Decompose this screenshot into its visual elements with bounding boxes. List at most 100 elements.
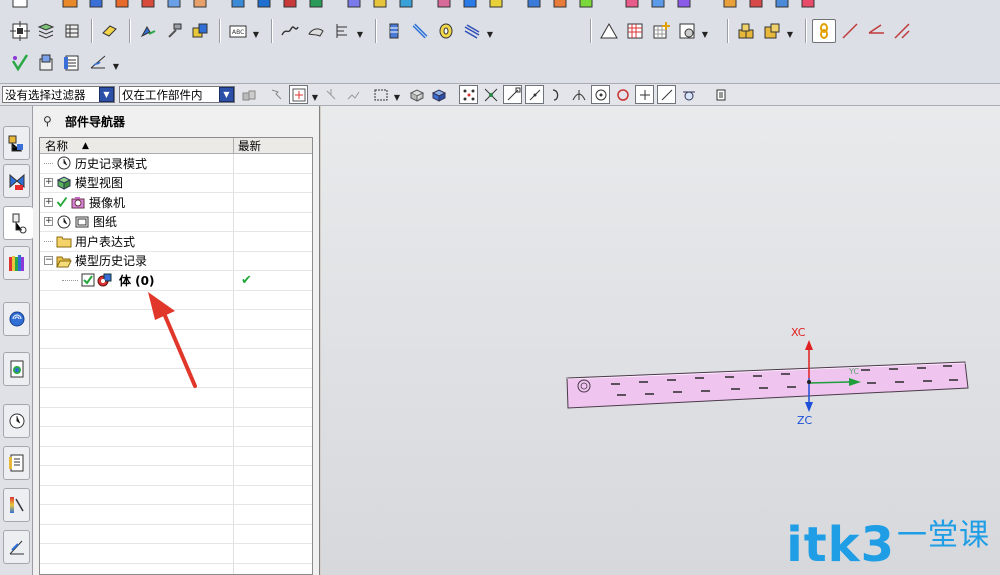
- expand-icon[interactable]: +: [44, 178, 53, 188]
- chevron-down-icon[interactable]: ▼: [252, 19, 260, 43]
- process-studio-tab[interactable]: [3, 404, 30, 438]
- constraint-icon[interactable]: [812, 19, 836, 43]
- chamfer-icon[interactable]: [458, 0, 482, 11]
- tree-row-drawings[interactable]: + 图纸: [40, 212, 312, 232]
- expand-icon[interactable]: +: [44, 197, 53, 207]
- spelling-icon[interactable]: ABC: [226, 19, 250, 43]
- snap-settings-icon[interactable]: [711, 85, 730, 104]
- type-filter-select[interactable]: 没有选择过滤器 ▼: [2, 86, 115, 103]
- assembly-navigator-tab[interactable]: [3, 126, 30, 160]
- snap-point-icon[interactable]: [321, 85, 340, 104]
- revolve-icon[interactable]: [188, 0, 212, 11]
- tree-row-body-feature[interactable]: 体 (0) ✔: [40, 271, 312, 291]
- table-icon[interactable]: [623, 19, 647, 43]
- shell-icon[interactable]: [484, 0, 508, 11]
- tree-row-cameras[interactable]: + 摄像机: [40, 193, 312, 213]
- sketch-icon[interactable]: [620, 0, 644, 11]
- angle-icon[interactable]: [864, 19, 888, 43]
- check-geometry-icon[interactable]: [8, 51, 32, 75]
- snap-all-icon[interactable]: [459, 85, 478, 104]
- system-visualization-tab[interactable]: [3, 488, 30, 522]
- pocket-icon[interactable]: [278, 0, 302, 11]
- tree-row-model-views[interactable]: + 模型视图: [40, 173, 312, 193]
- snap-midpoint-icon[interactable]: [525, 85, 544, 104]
- add-component-icon[interactable]: [760, 19, 784, 43]
- pattern-icon[interactable]: [574, 0, 598, 11]
- spring-icon[interactable]: [460, 19, 484, 43]
- chevron-down-icon[interactable]: ▼: [701, 19, 709, 43]
- layer-settings-icon[interactable]: [34, 19, 58, 43]
- assembly-filter-icon[interactable]: [239, 85, 258, 104]
- snap-circle-icon[interactable]: [613, 85, 632, 104]
- constraint-navigator-tab[interactable]: [3, 164, 30, 198]
- web-browser-tab[interactable]: [3, 302, 30, 336]
- offset-icon[interactable]: [796, 0, 820, 11]
- chevron-down-icon[interactable]: ▼: [112, 51, 120, 75]
- model-view[interactable]: XC ZC YC: [321, 106, 1000, 575]
- pin-icon[interactable]: ⚲: [43, 114, 57, 128]
- grid-add-icon[interactable]: [649, 19, 673, 43]
- chevron-down-icon[interactable]: ▼: [786, 19, 794, 43]
- snap-center-icon[interactable]: [591, 85, 610, 104]
- chevron-down-icon[interactable]: ▼: [393, 85, 401, 104]
- scope-filter-select[interactable]: 仅在工作部件内 ▼: [119, 86, 235, 103]
- hole-icon[interactable]: [226, 0, 250, 11]
- tree-row-history-mode[interactable]: 历史记录模式: [40, 154, 312, 174]
- groove-icon[interactable]: [368, 0, 392, 11]
- tree-row-user-expressions[interactable]: 用户表达式: [40, 232, 312, 252]
- measure-tab[interactable]: [3, 530, 30, 564]
- check-mark-icon[interactable]: [56, 194, 68, 210]
- snap-tangent-icon[interactable]: [679, 85, 698, 104]
- datum-csys-icon[interactable]: [8, 19, 32, 43]
- cone-icon[interactable]: [110, 0, 134, 11]
- hammer-icon[interactable]: [162, 19, 186, 43]
- pipe-icon[interactable]: [408, 19, 432, 43]
- column-header-latest[interactable]: 最新: [234, 138, 312, 153]
- chevron-down-icon[interactable]: ▼: [99, 87, 114, 102]
- surface-sweep-icon[interactable]: [304, 19, 328, 43]
- graphics-window[interactable]: XC ZC YC itk3一堂课: [321, 106, 1000, 575]
- sew-icon[interactable]: [770, 0, 794, 11]
- analysis-icon[interactable]: [86, 51, 110, 75]
- snap-link-icon[interactable]: [343, 85, 362, 104]
- select-pick-icon[interactable]: [267, 85, 286, 104]
- block-icon[interactable]: [58, 0, 82, 11]
- move-object-icon[interactable]: [136, 19, 160, 43]
- snap-line-icon[interactable]: [657, 85, 676, 104]
- mirror-icon[interactable]: [548, 0, 572, 11]
- tree-row-model-history[interactable]: − 模型历史记录: [40, 251, 312, 271]
- scale-icon[interactable]: [188, 19, 212, 43]
- gear-grid-icon[interactable]: [675, 19, 699, 43]
- thread-icon[interactable]: [394, 0, 418, 11]
- snap-perpendicular-icon[interactable]: [569, 85, 588, 104]
- sphere-icon[interactable]: [136, 0, 160, 11]
- chevron-down-icon[interactable]: ▼: [486, 19, 494, 43]
- line-icon[interactable]: [838, 19, 862, 43]
- collapse-icon[interactable]: −: [44, 256, 53, 266]
- boss-icon[interactable]: [252, 0, 276, 11]
- roles-tab[interactable]: [3, 446, 30, 480]
- chevron-down-icon[interactable]: ▼: [219, 87, 234, 102]
- snap-curve-icon[interactable]: [547, 85, 566, 104]
- expand-icon[interactable]: +: [44, 217, 53, 227]
- checkbox-checked-icon[interactable]: [81, 272, 95, 288]
- report-icon[interactable]: [60, 51, 84, 75]
- trim-icon[interactable]: [744, 0, 768, 11]
- triangle-icon[interactable]: [597, 19, 621, 43]
- chevron-down-icon[interactable]: ▼: [356, 19, 364, 43]
- layer-table-icon[interactable]: [60, 19, 84, 43]
- curve-wave-icon[interactable]: [278, 19, 302, 43]
- snap-endpoint-icon[interactable]: [503, 85, 522, 104]
- stack-icon[interactable]: [382, 19, 406, 43]
- solid-view-icon[interactable]: [429, 85, 448, 104]
- shaded-view-icon[interactable]: [407, 85, 426, 104]
- cylinder-icon[interactable]: [84, 0, 108, 11]
- part-navigator-tab[interactable]: [3, 206, 33, 240]
- column-header-name[interactable]: 名称 ▲: [40, 138, 234, 153]
- chevron-down-icon[interactable]: ▼: [311, 85, 319, 104]
- datum-icon[interactable]: [672, 0, 696, 11]
- part-list-icon[interactable]: [34, 51, 58, 75]
- curve-icon[interactable]: [646, 0, 670, 11]
- extrude-icon[interactable]: [162, 0, 186, 11]
- history-palette-tab[interactable]: [3, 352, 30, 386]
